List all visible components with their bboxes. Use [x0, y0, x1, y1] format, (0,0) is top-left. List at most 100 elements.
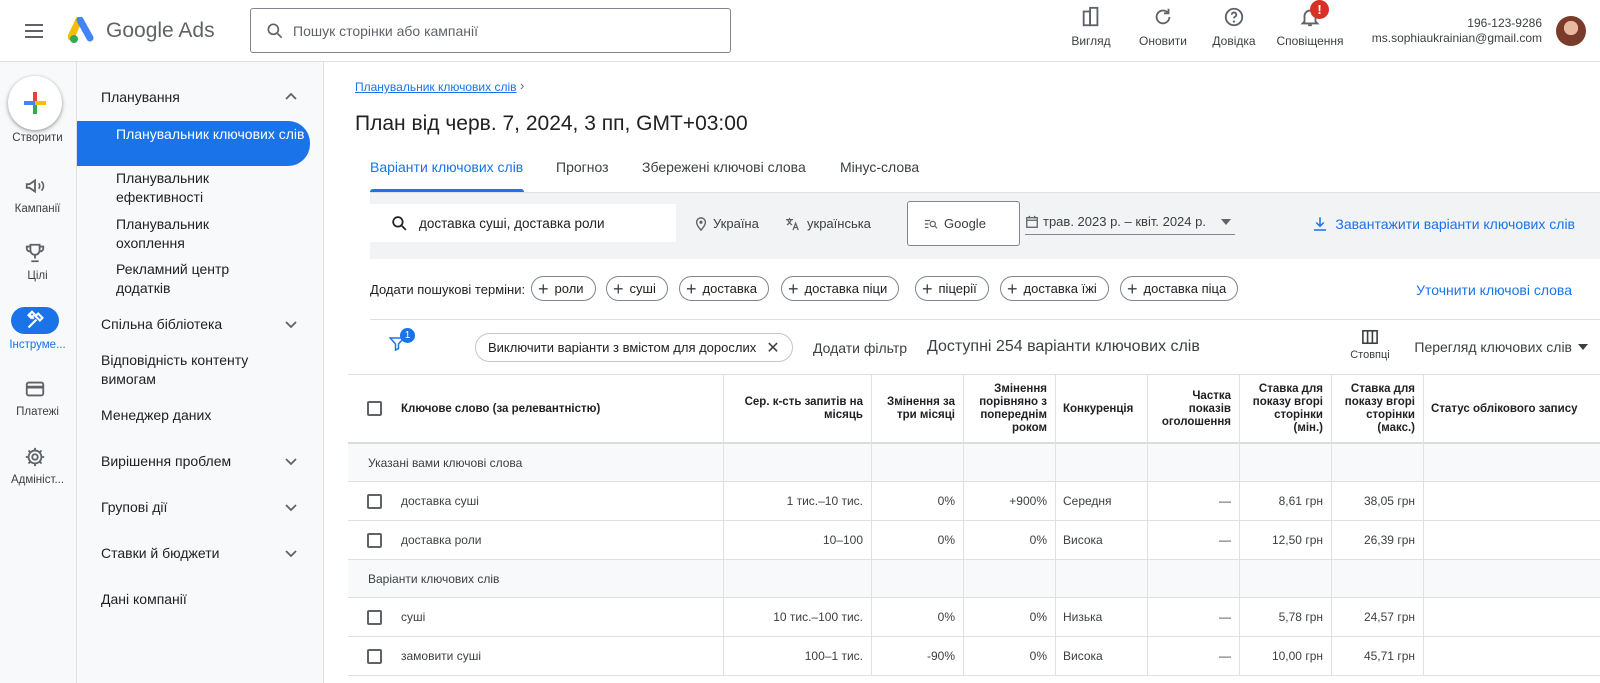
- col-avg-searches[interactable]: Сер. к-сть запитів на місяць: [723, 375, 871, 443]
- close-icon[interactable]: ✕: [766, 338, 779, 358]
- col-bid-high[interactable]: Ставка для показу вгорі сторінки (макс.): [1331, 375, 1423, 443]
- term-chip[interactable]: + роли: [531, 276, 596, 301]
- plus-icon: +: [538, 278, 549, 299]
- nav-troubleshooting[interactable]: Вирішення проблем: [77, 452, 324, 471]
- row-checkbox[interactable]: [367, 649, 382, 664]
- column-divider: [723, 374, 724, 676]
- nav-bulk-actions-label: Групові дії: [101, 499, 168, 515]
- download-icon: [1314, 217, 1327, 231]
- nav-bids-budgets[interactable]: Ставки й бюджети: [77, 544, 324, 563]
- gear-icon[interactable]: [24, 446, 46, 468]
- sidebar-item-reach-planner[interactable]: Планувальник охоплення: [77, 215, 277, 253]
- col-three-month-change[interactable]: Змінення за три місяці: [871, 375, 963, 443]
- term-chip[interactable]: + піцерії: [915, 276, 989, 301]
- search-bar[interactable]: Пошук сторінки або кампанії: [250, 8, 731, 53]
- nav-planning[interactable]: Планування: [77, 88, 324, 107]
- table-header: Ключове слово (за релевантністю) Сер. к-…: [348, 374, 1600, 444]
- tab-forecast[interactable]: Прогноз: [556, 159, 609, 175]
- goals-label[interactable]: Цілі: [0, 270, 76, 282]
- nav-shared-library[interactable]: Спільна бібліотека: [77, 315, 324, 334]
- cell-bid-low: 12,50 грн: [1271, 533, 1323, 547]
- tab-saved-keywords[interactable]: Збережені ключові слова: [642, 159, 806, 175]
- term-chip[interactable]: + доставка їжі: [1000, 276, 1109, 301]
- help-button[interactable]: Довідка: [1202, 6, 1266, 56]
- nav-business-data-label: Дані компанії: [101, 591, 187, 607]
- col-keyword[interactable]: Ключове слово (за релевантністю): [393, 375, 723, 443]
- row-checkbox[interactable]: [367, 533, 382, 548]
- notifications-button[interactable]: ! Сповіщення: [1276, 0, 1344, 56]
- refine-keywords-button[interactable]: Уточнити ключові слова: [1416, 282, 1572, 298]
- nav-business-data[interactable]: Дані компанії: [77, 590, 324, 609]
- select-all-checkbox[interactable]: [367, 401, 382, 416]
- plus-icon: +: [1007, 278, 1018, 299]
- create-button[interactable]: [8, 76, 62, 130]
- table-row[interactable]: доставка суші 1 тис.–10 тис. 0% +900% Се…: [348, 482, 1600, 521]
- nav-app-center-label: Рекламний центр додатків: [116, 261, 230, 296]
- term-chip-label: суші: [629, 281, 656, 296]
- billing-icon[interactable]: [24, 378, 46, 400]
- nav-bulk-actions[interactable]: Групові дії: [77, 498, 324, 517]
- table-row[interactable]: суші 10 тис.–100 тис. 0% 0% Низька — 5,7…: [348, 598, 1600, 637]
- nav-content-suitability[interactable]: Відповідність контенту вимогам: [77, 351, 267, 389]
- network-selector[interactable]: Google: [907, 201, 1020, 246]
- column-divider: [1423, 374, 1424, 676]
- breadcrumb[interactable]: Планувальник ключових слів: [355, 80, 517, 94]
- term-chip[interactable]: + доставка піци: [781, 276, 900, 301]
- tools-label[interactable]: Інструме...: [0, 339, 76, 351]
- term-chip[interactable]: + суші: [606, 276, 668, 301]
- billing-label[interactable]: Платежі: [0, 406, 76, 418]
- tools-icon[interactable]: [25, 310, 47, 332]
- cell-avg-searches: 100–1 тис.: [804, 649, 863, 663]
- admin-label[interactable]: Адмініст...: [0, 474, 76, 486]
- cell-bid-high: 26,39 грн: [1363, 533, 1415, 547]
- cell-yoy: 0%: [1029, 610, 1047, 624]
- col-competition[interactable]: Конкуренція: [1055, 375, 1147, 443]
- google-ads-logo[interactable]: Google Ads: [68, 16, 215, 46]
- term-chip[interactable]: + доставка піца: [1120, 276, 1239, 301]
- col-yoy-change[interactable]: Змінення порівняно з попереднім роком: [963, 375, 1055, 443]
- campaigns-label[interactable]: Кампанії: [0, 203, 76, 215]
- campaigns-icon[interactable]: [24, 175, 46, 197]
- location-selector[interactable]: Україна: [695, 216, 759, 231]
- refresh-button[interactable]: Оновити: [1131, 6, 1195, 56]
- term-chip-label: роли: [554, 281, 584, 296]
- add-filter-button[interactable]: Додати фільтр: [813, 340, 907, 356]
- keyword-view-selector[interactable]: Перегляд ключових слів: [1414, 339, 1588, 355]
- columns-icon: [1362, 329, 1378, 345]
- table-row[interactable]: замовити суші 100–1 тис. -90% 0% Висока …: [348, 637, 1600, 676]
- appearance-button[interactable]: Вигляд: [1059, 6, 1123, 56]
- add-terms-label: Додати пошукові терміни:: [370, 282, 526, 297]
- col-impression-share[interactable]: Частка показів оголошення: [1147, 375, 1239, 443]
- goals-icon[interactable]: [24, 242, 46, 264]
- cell-avg-searches: 10 тис.–100 тис.: [773, 610, 863, 624]
- columns-button[interactable]: Стовпці: [1345, 329, 1395, 361]
- col-bid-low[interactable]: Ставка для показу вгорі сторінки (мін.): [1239, 375, 1331, 443]
- account-info[interactable]: 196-123-9286 ms.sophiaukrainian@gmail.co…: [1372, 16, 1542, 46]
- term-chip-label: піцерії: [938, 281, 977, 296]
- row-checkbox[interactable]: [367, 610, 382, 625]
- row-checkbox[interactable]: [367, 494, 382, 509]
- tab-keyword-ideas[interactable]: Варіанти ключових слів: [370, 159, 523, 175]
- table-row[interactable]: доставка роли 10–100 0% 0% Висока — 12,5…: [348, 521, 1600, 560]
- keywords-input[interactable]: доставка суші, доставка роли: [370, 204, 676, 242]
- plus-icon: +: [1127, 278, 1138, 299]
- cell-competition: Середня: [1063, 494, 1112, 508]
- tab-negative-keywords[interactable]: Мінус-слова: [840, 159, 919, 175]
- nav-data-manager[interactable]: Менеджер даних: [77, 406, 324, 425]
- cell-three-month: -90%: [926, 649, 955, 663]
- date-range-selector[interactable]: трав. 2023 р. – квіт. 2024 р.: [1025, 209, 1235, 235]
- sidebar-item-performance-planner[interactable]: Планувальник ефективності: [77, 169, 277, 207]
- chevron-down-icon: [285, 504, 297, 512]
- download-keyword-ideas-button[interactable]: Завантажити варіанти ключових слів: [1311, 215, 1575, 233]
- sidebar-item-keyword-planner[interactable]: Планувальник ключових слів: [77, 121, 310, 166]
- exclude-adult-chip[interactable]: Виключити варіанти з вмістом для доросли…: [475, 333, 793, 362]
- avatar[interactable]: [1556, 16, 1586, 46]
- column-divider: [1147, 374, 1148, 676]
- language-selector[interactable]: українська: [785, 216, 871, 231]
- main-content: Планувальник ключових слів › План від че…: [325, 62, 1600, 683]
- plus-icon: +: [613, 278, 624, 299]
- term-chip[interactable]: + доставка: [679, 276, 769, 301]
- col-account-status[interactable]: Статус облікового запису: [1423, 375, 1600, 443]
- menu-icon[interactable]: [22, 19, 46, 43]
- sidebar-item-app-center[interactable]: Рекламний центр додатків: [77, 260, 277, 298]
